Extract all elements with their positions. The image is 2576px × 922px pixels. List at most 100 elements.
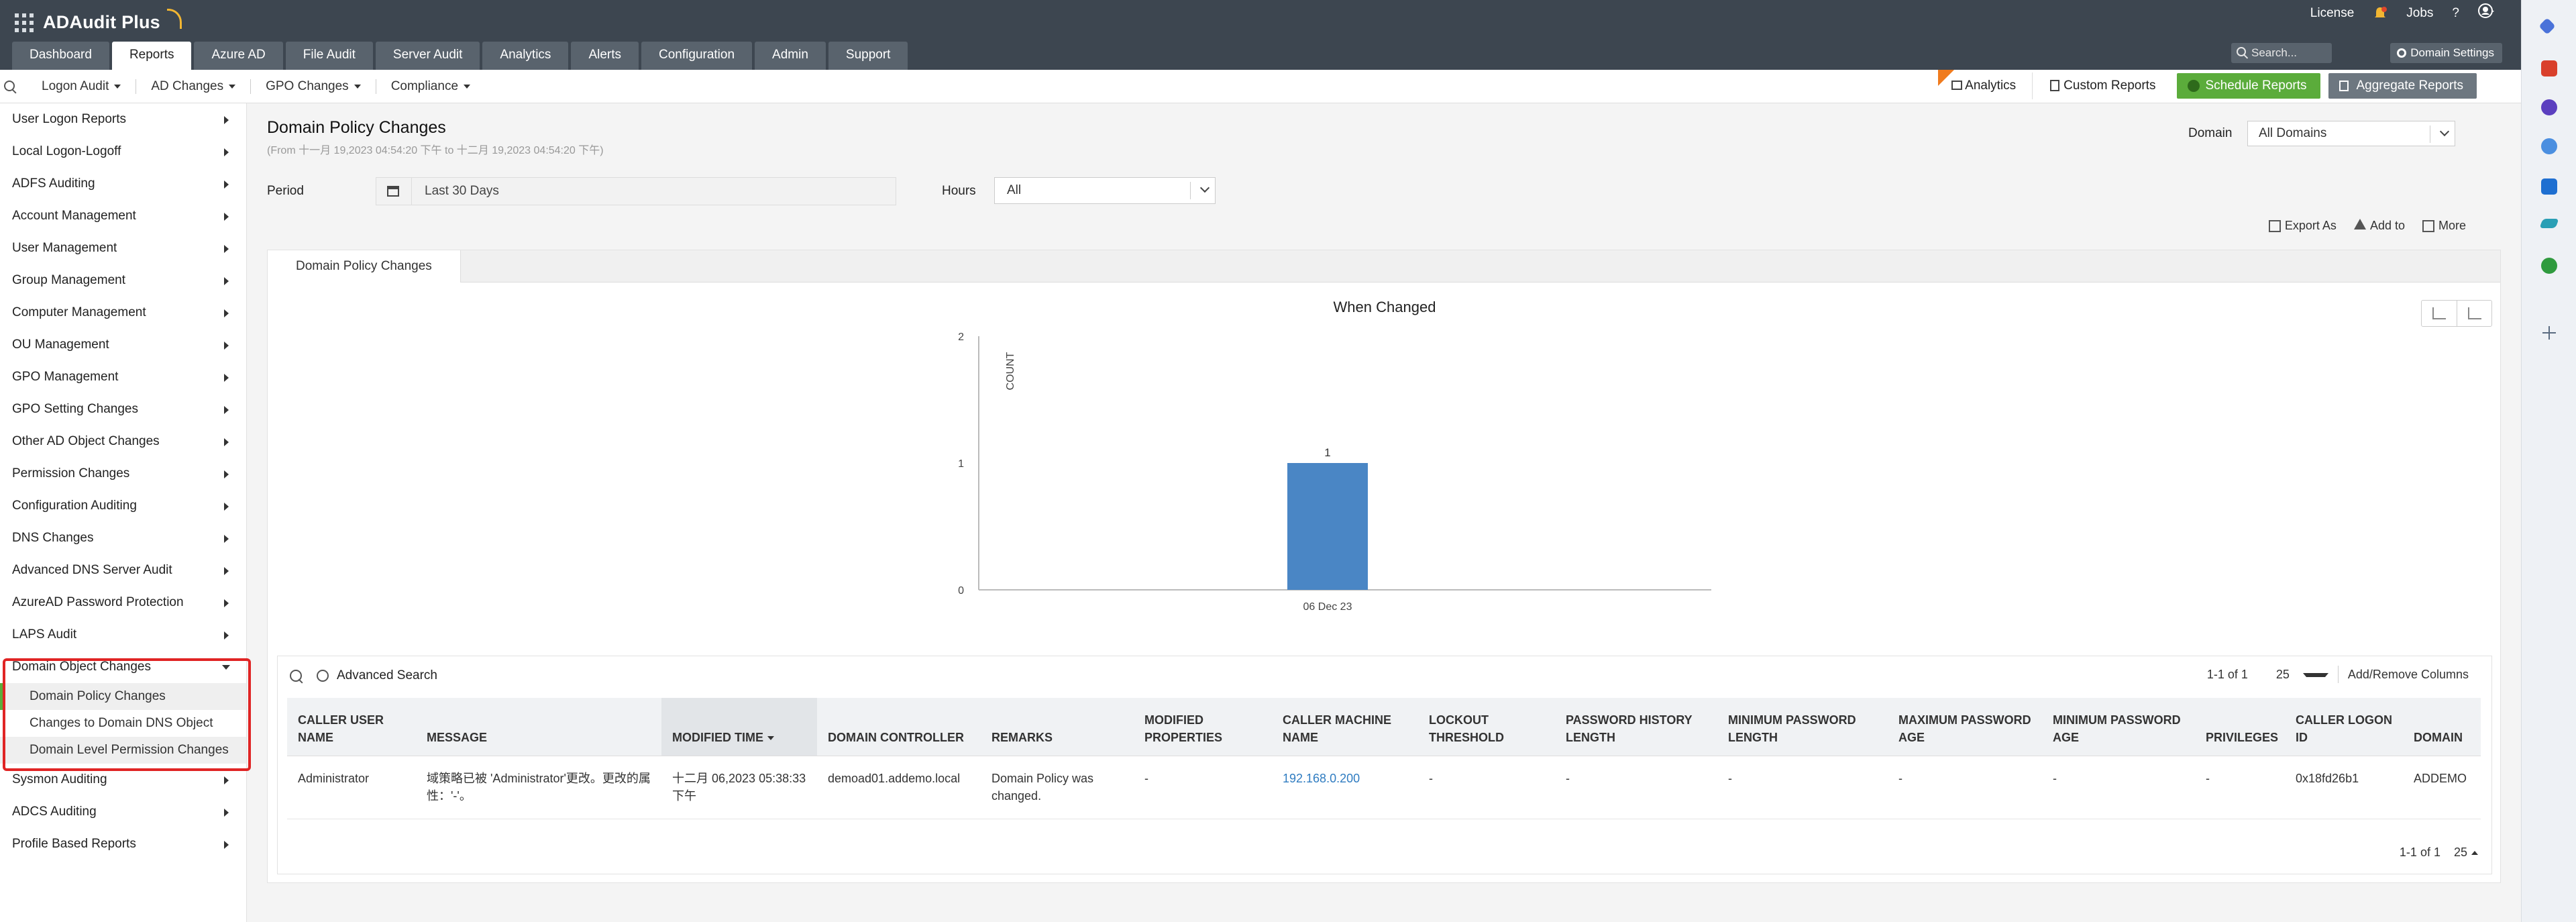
- aggregate-reports-button[interactable]: Aggregate Reports: [2328, 73, 2477, 99]
- page-size-select-bottom[interactable]: 25: [2454, 846, 2478, 860]
- tree-app-icon[interactable]: [2541, 258, 2557, 274]
- global-search-input[interactable]: Search...: [2231, 43, 2332, 63]
- more-button[interactable]: More: [2422, 219, 2466, 233]
- table-search-icon[interactable]: [290, 670, 302, 682]
- sidebar-item-gpo-setting-changes[interactable]: GPO Setting Changes: [0, 393, 246, 425]
- domain-select[interactable]: All Domains: [2247, 121, 2455, 146]
- subnav-gpo-changes[interactable]: GPO Changes: [251, 79, 376, 94]
- brand[interactable]: ADAudit Plus: [15, 8, 182, 33]
- tab-configuration[interactable]: Configuration: [641, 42, 753, 70]
- subnav-logon-audit[interactable]: Logon Audit: [27, 79, 137, 94]
- col-minimum-password-length[interactable]: MINIMUM PASSWORD LENGTH: [1717, 698, 1888, 756]
- add-to-button[interactable]: Add to: [2353, 219, 2405, 233]
- analytics-label: Analytics: [1965, 79, 2017, 93]
- sidebar-subitem-domain-policy-changes[interactable]: Domain Policy Changes: [0, 683, 246, 710]
- bar: [1287, 463, 1368, 590]
- sidebar-subitem-domain-level-permission[interactable]: Domain Level Permission Changes: [0, 737, 246, 764]
- custom-reports-button[interactable]: Custom Reports: [2041, 72, 2169, 99]
- schedule-reports-button[interactable]: Schedule Reports: [2177, 73, 2320, 99]
- tab-support[interactable]: Support: [828, 42, 908, 70]
- sidebar-item-user-management[interactable]: User Management: [0, 232, 246, 264]
- sidebar-item-dns-changes[interactable]: DNS Changes: [0, 522, 246, 554]
- sidebar-item-label: User Logon Reports: [12, 112, 127, 126]
- col-privileges[interactable]: PRIVILEGES: [2195, 698, 2285, 756]
- col-caller-logon-id[interactable]: CALLER LOGON ID: [2285, 698, 2403, 756]
- hours-select[interactable]: All: [994, 177, 1216, 204]
- sidebar-item-ou-management[interactable]: OU Management: [0, 329, 246, 361]
- caller-machine-link[interactable]: 192.168.0.200: [1283, 772, 1360, 785]
- analytics-button[interactable]: Analytics: [1938, 70, 2033, 99]
- schedule-icon: [2188, 80, 2200, 92]
- sidebar-item-azuread-password-protection[interactable]: AzureAD Password Protection: [0, 586, 246, 619]
- col-modified-properties[interactable]: MODIFIED PROPERTIES: [1134, 698, 1272, 756]
- tab-admin[interactable]: Admin: [755, 42, 826, 70]
- sidebar-item-gpo-management[interactable]: GPO Management: [0, 361, 246, 393]
- sidebar-item-adcs-auditing[interactable]: ADCS Auditing: [0, 796, 246, 828]
- sidebar-item-laps-audit[interactable]: LAPS Audit: [0, 619, 246, 651]
- subnav-ad-changes[interactable]: AD Changes: [136, 79, 252, 94]
- col-password-history-length[interactable]: PASSWORD HISTORY LENGTH: [1555, 698, 1717, 756]
- col-caller-machine-name[interactable]: CALLER MACHINE NAME: [1272, 698, 1418, 756]
- subnav-compliance[interactable]: Compliance: [376, 79, 485, 94]
- tab-dashboard[interactable]: Dashboard: [12, 42, 109, 70]
- report-search-icon[interactable]: [4, 81, 15, 91]
- jobs-link[interactable]: Jobs: [2406, 6, 2433, 21]
- col-caller-user-name[interactable]: CALLER USER NAME: [287, 698, 416, 756]
- tab-analytics[interactable]: Analytics: [482, 42, 569, 70]
- y-tick-label: 1: [958, 458, 964, 470]
- col-maximum-password-age[interactable]: MAXIMUM PASSWORD AGE: [1888, 698, 2042, 756]
- sidebar-item-permission-changes[interactable]: Permission Changes: [0, 458, 246, 490]
- toolbox-app-icon[interactable]: [2541, 60, 2557, 76]
- col-remarks[interactable]: REMARKS: [981, 698, 1134, 756]
- sidebar-item-account-management[interactable]: Account Management: [0, 200, 246, 232]
- tag-app-icon[interactable]: [2538, 17, 2556, 35]
- select-divider: [1190, 182, 1191, 199]
- col-domain-controller[interactable]: DOMAIN CONTROLLER: [817, 698, 981, 756]
- sidebar-item-other-ad-object-changes[interactable]: Other AD Object Changes: [0, 425, 246, 458]
- help-icon[interactable]: ?: [2452, 6, 2459, 21]
- people-app-icon[interactable]: [2541, 99, 2557, 115]
- sidebar-item-profile-based-reports[interactable]: Profile Based Reports: [0, 828, 246, 860]
- sidebar-item-adfs-auditing[interactable]: ADFS Auditing: [0, 168, 246, 200]
- license-link[interactable]: License: [2310, 6, 2355, 21]
- col-minimum-password-age[interactable]: MINIMUM PASSWORD AGE: [2042, 698, 2195, 756]
- col-lockout-threshold[interactable]: LOCKOUT THRESHOLD: [1418, 698, 1555, 756]
- copilot-app-icon[interactable]: [2541, 138, 2557, 154]
- sidebar-item-domain-object-changes[interactable]: Domain Object Changes: [0, 651, 246, 683]
- tab-alerts[interactable]: Alerts: [571, 42, 639, 70]
- tab-file-audit[interactable]: File Audit: [285, 42, 373, 70]
- col-domain[interactable]: DOMAIN: [2403, 698, 2481, 756]
- send-app-icon[interactable]: [2539, 219, 2559, 228]
- chevron-down-icon: [2302, 673, 2328, 678]
- sidebar-item-group-management[interactable]: Group Management: [0, 264, 246, 297]
- col-message[interactable]: MESSAGE: [416, 698, 661, 756]
- user-avatar-icon[interactable]: [2478, 3, 2496, 24]
- tab-domain-policy-changes[interactable]: Domain Policy Changes: [268, 250, 461, 283]
- outlook-app-icon[interactable]: [2541, 178, 2557, 195]
- advanced-search-link[interactable]: Advanced Search: [317, 668, 437, 683]
- page-size-select[interactable]: 25: [2257, 666, 2338, 683]
- sidebar-item-configuration-auditing[interactable]: Configuration Auditing: [0, 490, 246, 522]
- add-remove-columns-link[interactable]: Add/Remove Columns: [2337, 666, 2478, 683]
- sidebar-item-label: ADCS Auditing: [12, 805, 97, 819]
- sidebar-item-computer-management[interactable]: Computer Management: [0, 297, 246, 329]
- table-row[interactable]: Administrator 域策略已被 'Administrator'更改。更改…: [287, 756, 2481, 819]
- app-grid-icon[interactable]: [15, 13, 34, 32]
- notification-bell-icon[interactable]: [2373, 6, 2387, 21]
- domain-settings-button[interactable]: Domain Settings: [2390, 43, 2502, 63]
- period-selector[interactable]: Last 30 Days: [376, 177, 896, 205]
- add-app-icon[interactable]: [2542, 326, 2556, 340]
- tab-server-audit[interactable]: Server Audit: [375, 42, 480, 70]
- col-modified-time[interactable]: MODIFIED TIME: [661, 698, 817, 756]
- export-as-button[interactable]: Export As: [2268, 219, 2337, 233]
- sidebar-item-advanced-dns-server-audit[interactable]: Advanced DNS Server Audit: [0, 554, 246, 586]
- sidebar-subitem-domain-dns-object[interactable]: Changes to Domain DNS Object: [0, 710, 246, 737]
- sidebar-item-user-logon-reports[interactable]: User Logon Reports: [0, 103, 246, 136]
- tab-reports[interactable]: Reports: [111, 42, 192, 70]
- sidebar-item-local-logon-logoff[interactable]: Local Logon-Logoff: [0, 136, 246, 168]
- chevron-right-icon: [224, 148, 229, 156]
- tab-azure-ad[interactable]: Azure AD: [194, 42, 283, 70]
- sidebar-item-sysmon-auditing[interactable]: Sysmon Auditing: [0, 764, 246, 796]
- chevron-right-icon: [224, 181, 229, 189]
- x-tick-label: 06 Dec 23: [1303, 601, 1352, 613]
